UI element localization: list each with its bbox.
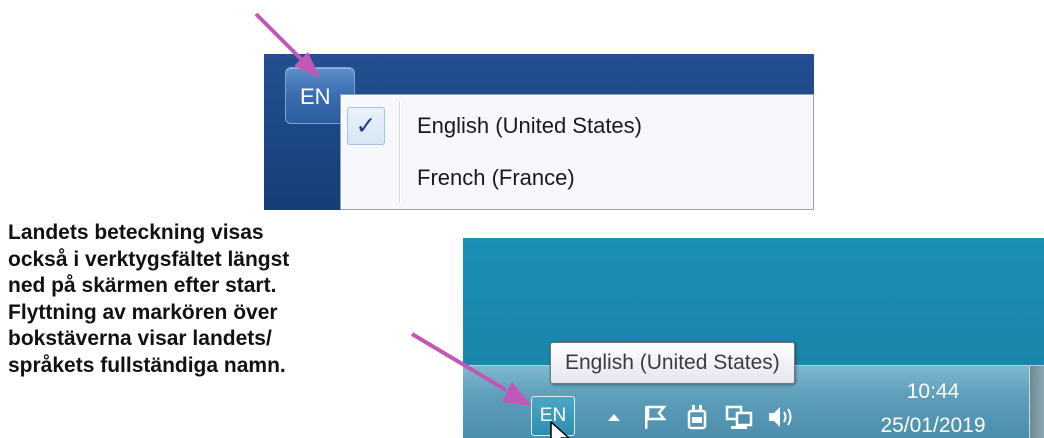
action-center-flag-icon[interactable] bbox=[639, 402, 669, 432]
network-icon[interactable] bbox=[723, 402, 755, 432]
menu-item-label: French (France) bbox=[417, 165, 575, 190]
power-plug-icon[interactable] bbox=[682, 402, 712, 432]
pointer-arrow-icon bbox=[254, 12, 320, 78]
show-hidden-icons-arrow[interactable] bbox=[601, 402, 627, 432]
pointer-arrow-icon bbox=[410, 332, 532, 406]
taskbar-clock[interactable]: 10:44 25/01/2019 bbox=[863, 378, 1003, 438]
volume-icon[interactable] bbox=[765, 402, 797, 432]
menu-item-label: English (United States) bbox=[417, 113, 642, 138]
menu-item-english-us[interactable]: ✓ English (United States) bbox=[341, 101, 813, 151]
clock-date: 25/01/2019 bbox=[880, 414, 986, 437]
checkmark-icon: ✓ bbox=[347, 107, 385, 145]
language-tooltip: English (United States) bbox=[550, 342, 795, 384]
menu-item-french-france[interactable]: French (France) bbox=[341, 153, 813, 203]
taskbar-screenshot: English (United States) EN 10:44 25/01/2… bbox=[463, 238, 1044, 438]
language-menu: ✓ English (United States) French (France… bbox=[340, 94, 814, 210]
language-menu-screenshot: EN ✓ English (United States) French (Fra… bbox=[264, 54, 814, 210]
description-text: Landets beteckning visas också i verktyg… bbox=[8, 221, 290, 377]
mouse-cursor-icon bbox=[550, 421, 570, 438]
clock-time: 10:44 bbox=[906, 380, 960, 403]
chevron-up-icon bbox=[608, 414, 620, 421]
show-desktop-button[interactable] bbox=[1029, 366, 1044, 438]
